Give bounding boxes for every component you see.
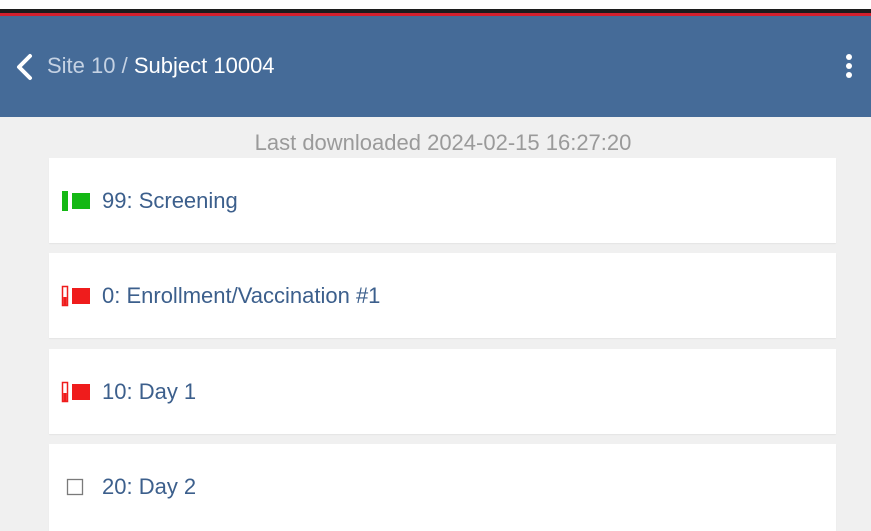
more-vertical-icon <box>846 54 852 78</box>
status-incomplete-icon <box>61 381 90 403</box>
visit-label: 20: Day 2 <box>102 474 197 499</box>
last-downloaded-status: Last downloaded 2024-02-15 16:27:20 <box>254 130 632 155</box>
overflow-menu-button[interactable] <box>834 48 864 84</box>
visit-label: 10: Day 1 <box>102 379 197 404</box>
visit-row-enrollment[interactable]: 0: Enrollment/Vaccination #1 <box>49 253 836 338</box>
breadcrumb-subject: Subject 10004 <box>133 53 275 78</box>
visit-row-day-1[interactable]: 10: Day 1 <box>49 349 836 434</box>
status-complete-icon <box>62 191 90 211</box>
chevron-left-icon <box>17 54 32 80</box>
status-incomplete-icon <box>61 285 90 307</box>
breadcrumb-site-link[interactable]: Site 10 <box>47 53 116 78</box>
visit-row-day-2[interactable]: 20: Day 2 <box>49 444 836 531</box>
app-header: Site 10 / Subject 10004 <box>0 16 871 117</box>
visit-label: 0: Enrollment/Vaccination #1 <box>102 283 381 308</box>
breadcrumb: Site 10 / Subject 10004 <box>47 51 275 81</box>
status-not-started-icon <box>66 478 84 496</box>
top-accent-bar <box>0 0 871 16</box>
visit-label: 99: Screening <box>102 188 238 213</box>
back-button[interactable] <box>6 49 42 85</box>
breadcrumb-separator: / <box>121 53 128 78</box>
visit-row-screening[interactable]: 99: Screening <box>49 158 836 243</box>
